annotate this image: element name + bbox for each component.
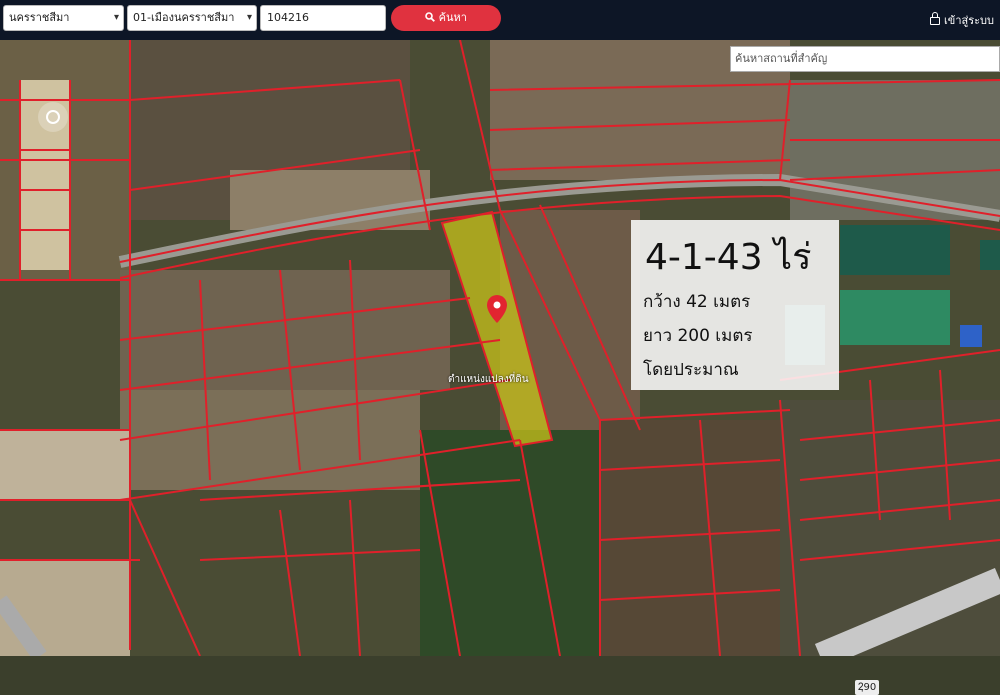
current-location-icon[interactable]	[38, 102, 68, 132]
province-select-value: นครราชสีมา	[9, 11, 70, 24]
search-icon	[425, 11, 439, 24]
parcel-area: 4-1-43 ไร่	[645, 237, 812, 278]
parcel-length: ยาว 200 เมตร	[643, 326, 753, 346]
province-select[interactable]: นครราชสีมา ▾	[3, 5, 124, 31]
chevron-down-icon: ▾	[246, 12, 252, 23]
parcel-approx-note: โดยประมาณ	[643, 360, 739, 380]
place-search-input[interactable]: ค้นหาสถานที่สำคัญ	[730, 46, 1000, 72]
search-button-label: ค้นหา	[438, 11, 467, 24]
parcel-width: กว้าง 42 เมตร	[643, 292, 751, 312]
login-label: เข้าสู่ระบบ	[944, 14, 994, 27]
lock-icon	[930, 12, 941, 25]
top-toolbar: นครราชสีมา ▾ 01-เมืองนครราชสีมา ▾ 104216…	[0, 0, 1000, 40]
satellite-map[interactable]: ตำแหน่งแปลงที่ดิน 2ฺ90	[0, 39, 1000, 695]
parcel-number-input[interactable]: 104216	[260, 5, 386, 31]
parcel-location-label: ตำแหน่งแปลงที่ดิน	[448, 374, 529, 385]
district-select[interactable]: 01-เมืองนครราชสีมา ▾	[127, 5, 257, 31]
search-button[interactable]: ค้นหา	[391, 5, 501, 31]
chevron-down-icon: ▾	[113, 12, 119, 23]
map-canvas	[0, 39, 1000, 668]
district-select-value: 01-เมืองนครราชสีมา	[133, 11, 235, 24]
parcel-info-card: 4-1-43 ไร่ กว้าง 42 เมตร ยาว 200 เมตร โด…	[631, 220, 839, 390]
login-link[interactable]: เข้าสู่ระบบ	[930, 11, 994, 29]
road-number-label: 2ฺ90	[855, 680, 880, 695]
